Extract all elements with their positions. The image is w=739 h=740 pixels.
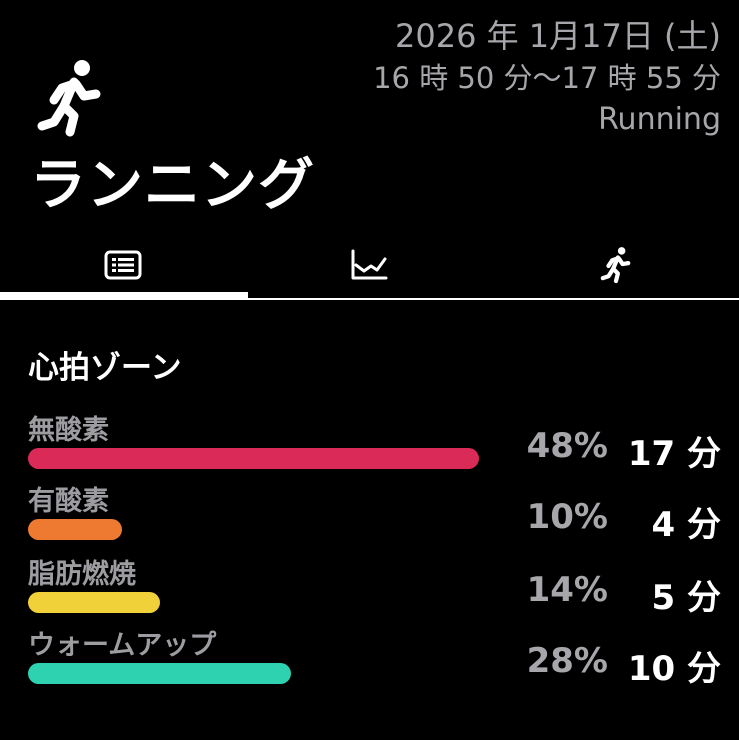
tab-chart[interactable] <box>246 232 492 298</box>
workout-date: 2026 年 1月17日 (土) <box>394 17 721 55</box>
zone-percent: 14% <box>526 570 608 610</box>
zone-bar-track <box>28 519 122 540</box>
tab-summary[interactable] <box>0 232 246 298</box>
zone-label: 無酸素 <box>28 415 109 446</box>
zone-percent: 10% <box>526 497 608 537</box>
zone-bar <box>28 663 291 684</box>
heart-rate-zones-title: 心拍ゾーン <box>28 350 182 386</box>
line-chart-icon <box>351 249 388 280</box>
tab-activity[interactable] <box>492 232 739 298</box>
zone-label: ウォームアップ <box>28 630 217 661</box>
zone-percent: 28% <box>526 641 608 681</box>
zone-minutes: 4 分 <box>651 505 722 545</box>
page-title: ランニング <box>30 153 315 218</box>
zone-bar-track <box>28 663 291 684</box>
zone-bar-track <box>28 592 160 613</box>
zone-bar <box>28 592 160 613</box>
running-person-icon <box>37 60 101 137</box>
zone-minutes: 5 分 <box>651 578 722 618</box>
zone-bar <box>28 448 479 469</box>
zone-row-fat-burn: 脂肪燃焼 14% 5 分 <box>0 552 739 622</box>
tab-active-indicator <box>0 292 248 300</box>
zone-label: 有酸素 <box>28 486 109 517</box>
zone-minutes: 17 分 <box>627 434 721 474</box>
zone-row-warm-up: ウォームアップ 28% 10 分 <box>0 623 739 693</box>
zone-percent: 48% <box>526 426 608 466</box>
zone-bar-track <box>28 448 479 469</box>
zone-row-aerobic: 有酸素 10% 4 分 <box>0 479 739 549</box>
zone-label: 脂肪燃焼 <box>28 559 136 590</box>
workout-time-range: 16 時 50 分〜17 時 55 分 <box>373 61 721 95</box>
workout-meta: 2026 年 1月17日 (土) 16 時 50 分〜17 時 55 分 Run… <box>373 14 721 142</box>
workout-activity-type: Running <box>598 102 721 137</box>
tab-bar <box>0 232 739 300</box>
running-person-icon <box>600 247 630 284</box>
summary-list-icon <box>104 250 142 280</box>
zone-bar <box>28 519 122 540</box>
zone-row-anaerobic: 無酸素 48% 17 分 <box>0 408 739 478</box>
zone-minutes: 10 分 <box>627 649 721 689</box>
